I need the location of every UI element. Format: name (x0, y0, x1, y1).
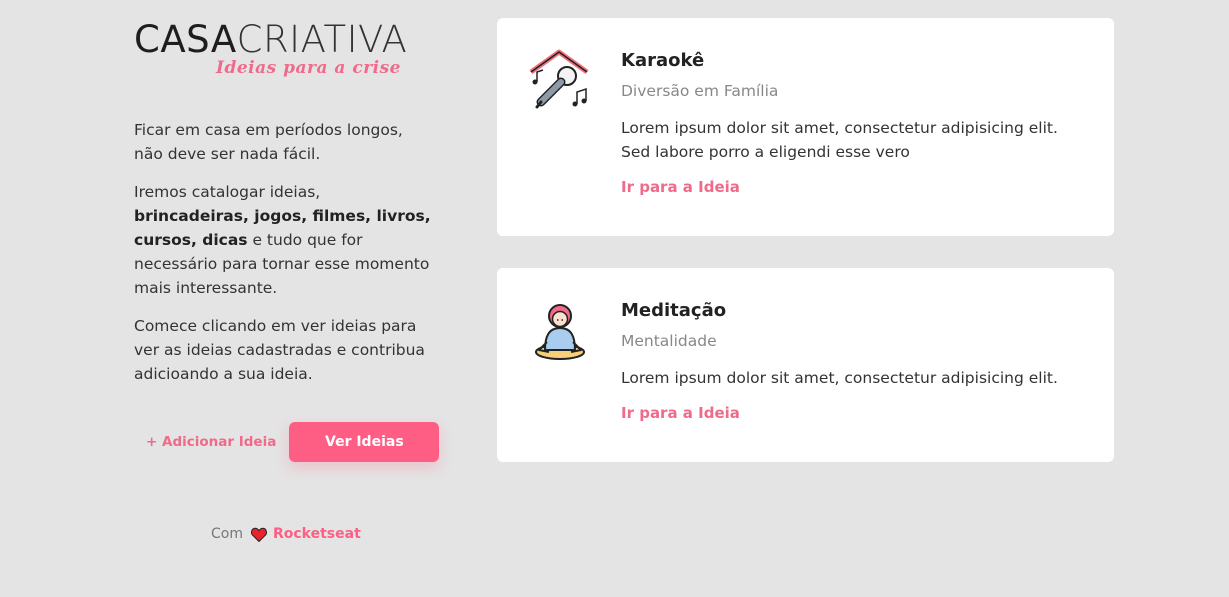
idea-description: Lorem ipsum dolor sit amet, consectetur … (621, 119, 1058, 161)
footer: Com Rocketseat (211, 526, 361, 542)
heart-icon (251, 527, 267, 542)
left-column: CASACRIATIVA Ideias para a crise Ficar e… (134, 20, 440, 462)
logo: CASACRIATIVA Ideias para a crise (134, 20, 426, 82)
add-idea-link[interactable]: + Adicionar Ideia (146, 434, 276, 450)
intro-paragraph-2: Iremos catalogar ideias, brincadeiras, j… (134, 180, 434, 300)
idea-category: Diversão em Família (621, 82, 779, 100)
go-to-idea-link[interactable]: Ir para a Ideia (621, 404, 740, 422)
footer-prefix: Com (211, 526, 243, 542)
view-ideas-button[interactable]: Ver Ideias (289, 422, 440, 462)
meditation-icon (535, 304, 585, 360)
page: CASACRIATIVA Ideias para a crise Ficar e… (0, 0, 1229, 597)
intro-text: Ficar em casa em períodos longos, não de… (134, 118, 434, 400)
actions: + Adicionar Ideia Ver Ideias (146, 422, 440, 462)
idea-card: Karaokê Diversão em Família Lorem ipsum … (497, 18, 1114, 236)
idea-description: Lorem ipsum dolor sit amet, consectetur … (621, 369, 1058, 387)
idea-card: Meditação Mentalidade Lorem ipsum dolor … (497, 268, 1114, 462)
idea-card-body: Karaokê Diversão em Família Lorem ipsum … (621, 50, 1091, 196)
karaoke-icon (529, 49, 589, 109)
intro-p2-start: Iremos catalogar ideias, (134, 183, 321, 201)
go-to-idea-link[interactable]: Ir para a Ideia (621, 178, 740, 196)
intro-paragraph-3: Comece clicando em ver ideias para ver a… (134, 317, 425, 383)
logo-criativa: CRIATIVA (236, 18, 408, 61)
footer-brand[interactable]: Rocketseat (273, 526, 361, 542)
logo-casa: CASA (134, 18, 237, 61)
idea-title: Karaokê (621, 50, 705, 71)
logo-wordmark: CASACRIATIVA (134, 20, 407, 60)
logo-tagline: Ideias para a crise (216, 58, 401, 78)
intro-paragraph-1: Ficar em casa em períodos longos, não de… (134, 121, 403, 163)
idea-category: Mentalidade (621, 332, 717, 350)
idea-card-body: Meditação Mentalidade Lorem ipsum dolor … (621, 300, 1091, 422)
idea-title: Meditação (621, 300, 727, 321)
